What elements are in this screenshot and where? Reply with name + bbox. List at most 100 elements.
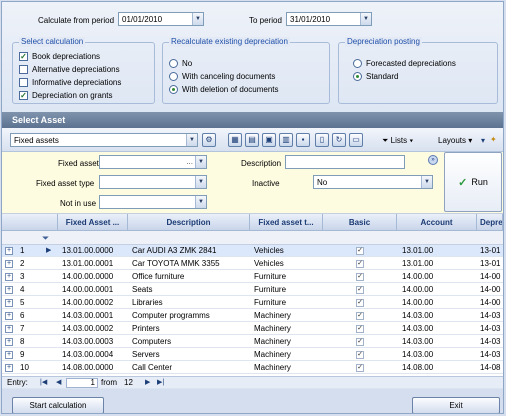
expand-icon[interactable]: + <box>5 364 13 372</box>
checkbox-box[interactable] <box>19 78 28 87</box>
form-view-icon[interactable]: ▣ <box>262 133 276 147</box>
start-calculation-button[interactable]: Start calculation <box>12 397 104 413</box>
columns-icon[interactable]: ▥ <box>279 133 293 147</box>
informative-depreciations-checkbox[interactable]: Informative depreciations <box>19 77 121 88</box>
last-record-icon[interactable]: ▶| <box>157 377 164 388</box>
ellipsis-button[interactable]: ... <box>186 157 193 166</box>
lists-menu[interactable]: ⏷ Lists ▾ <box>382 136 413 146</box>
standard-radio[interactable]: Standard <box>353 71 398 82</box>
radio-icon[interactable] <box>353 59 362 68</box>
not-in-use-field[interactable]: ▼ <box>99 195 207 209</box>
previous-record-icon[interactable]: ◀ <box>56 377 61 388</box>
forecasted-label: Forecasted depreciations <box>366 59 456 68</box>
description-field[interactable] <box>285 155 405 169</box>
basic-checkbox[interactable]: ✓ <box>356 325 364 333</box>
select-calculation-group: Select calculation ✓ Book depreciations A… <box>12 37 155 104</box>
column-header-fixed-asset[interactable]: Fixed Asset ... <box>58 214 128 231</box>
radio-selected-icon[interactable] <box>169 85 178 94</box>
funnel-icon[interactable]: ⏷ <box>42 233 49 244</box>
chevron-down-icon[interactable]: ▼ <box>195 156 206 168</box>
check-icon[interactable]: ✓ <box>19 52 28 61</box>
basic-checkbox[interactable]: ✓ <box>356 364 364 372</box>
recalc-canceling-radio[interactable]: With canceling documents <box>169 71 275 82</box>
fixed-asset-type-field[interactable]: ▼ <box>99 175 207 189</box>
table-row[interactable]: +4 14.00.00.0001 Seats Furniture ✓ 14.00.00 14… <box>2 284 503 296</box>
forecasted-radio[interactable]: Forecasted depreciations <box>353 58 456 69</box>
column-header-basic[interactable]: Basic <box>323 214 397 231</box>
inactive-select[interactable]: No ▼ <box>313 175 433 189</box>
table-row[interactable]: +9 14.03.00.0004 Servers Machinery ✓ 14.03.00… <box>2 349 503 361</box>
basic-checkbox[interactable]: ✓ <box>356 247 364 255</box>
chevron-down-icon[interactable]: ▼ <box>195 176 206 188</box>
dropdown-arrow-icon[interactable]: ▾ <box>481 136 485 145</box>
basic-checkbox[interactable]: ✓ <box>356 351 364 359</box>
column-header-asset-type[interactable]: Fixed asset t... <box>250 214 323 231</box>
wand-icon[interactable]: ✦ <box>490 135 497 144</box>
chevron-down-icon[interactable]: ▼ <box>192 13 203 25</box>
table-row[interactable]: +7 14.03.00.0002 Printers Machinery ✓ 14.03.0… <box>2 323 503 335</box>
basic-checkbox[interactable]: ✓ <box>356 273 364 281</box>
view-select-value: Fixed assets <box>14 136 59 145</box>
table-row[interactable]: +2 13.01.00.0001 Car TOYOTA MMK 3355 Vehicl… <box>2 258 503 270</box>
to-period-combo[interactable]: 31/01/2010 ▼ <box>286 12 372 26</box>
table-row[interactable]: +1 ▶ 13.01.00.0000 Car AUDI A3 ZMK 2841 Vehi… <box>2 245 503 257</box>
check-icon[interactable]: ✓ <box>19 91 28 100</box>
chevron-down-icon[interactable]: ▼ <box>421 176 432 188</box>
filter-edit-icon[interactable]: ⚙ <box>202 133 216 147</box>
grants-depreciation-checkbox[interactable]: ✓ Depreciation on grants <box>19 90 113 101</box>
recalc-no-radio[interactable]: No <box>169 58 192 69</box>
save-icon[interactable]: ▪ <box>296 133 310 147</box>
exit-button[interactable]: Exit <box>412 397 500 413</box>
export-icon[interactable]: ▭ <box>349 133 363 147</box>
table-view-icon[interactable]: ▦ <box>228 133 242 147</box>
first-record-icon[interactable]: |◀ <box>40 377 47 388</box>
fixed-asset-field[interactable]: ... ▼ <box>99 155 207 169</box>
edit-view-icon[interactable]: ▤ <box>245 133 259 147</box>
entry-number-input[interactable]: 1 <box>66 378 98 388</box>
table-row[interactable]: +5 14.00.00.0002 Libraries Furniture ✓ 14.00.… <box>2 297 503 309</box>
row-number: 8 <box>20 337 25 346</box>
next-record-icon[interactable]: ▶ <box>145 377 150 388</box>
basic-checkbox[interactable]: ✓ <box>356 286 364 294</box>
table-row[interactable]: +10 14.08.00.0000 Call Center Machinery ✓ 14.… <box>2 362 503 374</box>
expand-icon[interactable]: + <box>5 325 13 333</box>
expand-icon[interactable]: + <box>5 312 13 320</box>
checkbox-box[interactable] <box>19 65 28 74</box>
table-row[interactable]: +6 14.03.00.0001 Computer programms Machine… <box>2 310 503 322</box>
view-select[interactable]: Fixed assets ▼ <box>10 133 198 147</box>
expand-icon[interactable]: + <box>5 338 13 346</box>
column-header-depreciation[interactable]: Depre <box>477 214 503 231</box>
expand-icon[interactable]: + <box>5 286 13 294</box>
basic-checkbox[interactable]: ✓ <box>356 312 364 320</box>
column-header-description[interactable]: Description <box>128 214 250 231</box>
expand-icon[interactable]: + <box>5 351 13 359</box>
chevron-down-icon[interactable]: ▼ <box>186 134 197 146</box>
expand-icon[interactable]: + <box>5 273 13 281</box>
column-header-account[interactable]: Account <box>397 214 477 231</box>
basic-checkbox[interactable]: ✓ <box>356 299 364 307</box>
radio-selected-icon[interactable] <box>353 72 362 81</box>
expand-icon[interactable]: + <box>5 260 13 268</box>
run-button[interactable]: ✓ Run <box>444 152 502 212</box>
refresh-icon[interactable]: ↻ <box>332 133 346 147</box>
expand-icon[interactable]: + <box>5 299 13 307</box>
chevron-down-icon[interactable]: ▼ <box>360 13 371 25</box>
radio-icon[interactable] <box>169 59 178 68</box>
from-period-combo[interactable]: 01/01/2010 ▼ <box>118 12 204 26</box>
radio-icon[interactable] <box>169 72 178 81</box>
expand-icon[interactable]: + <box>5 247 13 255</box>
book-depreciations-checkbox[interactable]: ✓ Book depreciations <box>19 51 100 62</box>
basic-checkbox[interactable]: ✓ <box>356 260 364 268</box>
basic-checkbox[interactable]: ✓ <box>356 338 364 346</box>
layouts-menu[interactable]: Layouts ▾ <box>438 136 472 145</box>
filter-row[interactable]: ⏷ <box>2 231 503 245</box>
recalc-deletion-radio[interactable]: With deletion of documents <box>169 84 279 95</box>
alternative-depreciations-checkbox[interactable]: Alternative depreciations <box>19 64 120 75</box>
collapse-icon[interactable]: » <box>428 155 438 165</box>
table-row[interactable]: +3 14.00.00.0000 Office furniture Furniture… <box>2 271 503 283</box>
depreciation-cell: 14-03 <box>480 311 501 320</box>
document-icon[interactable]: ▯ <box>315 133 329 147</box>
recalc-no-label: No <box>182 59 193 68</box>
chevron-down-icon[interactable]: ▼ <box>195 196 206 208</box>
table-row[interactable]: +8 14.03.00.0003 Computers Machinery ✓ 14.03.… <box>2 336 503 348</box>
